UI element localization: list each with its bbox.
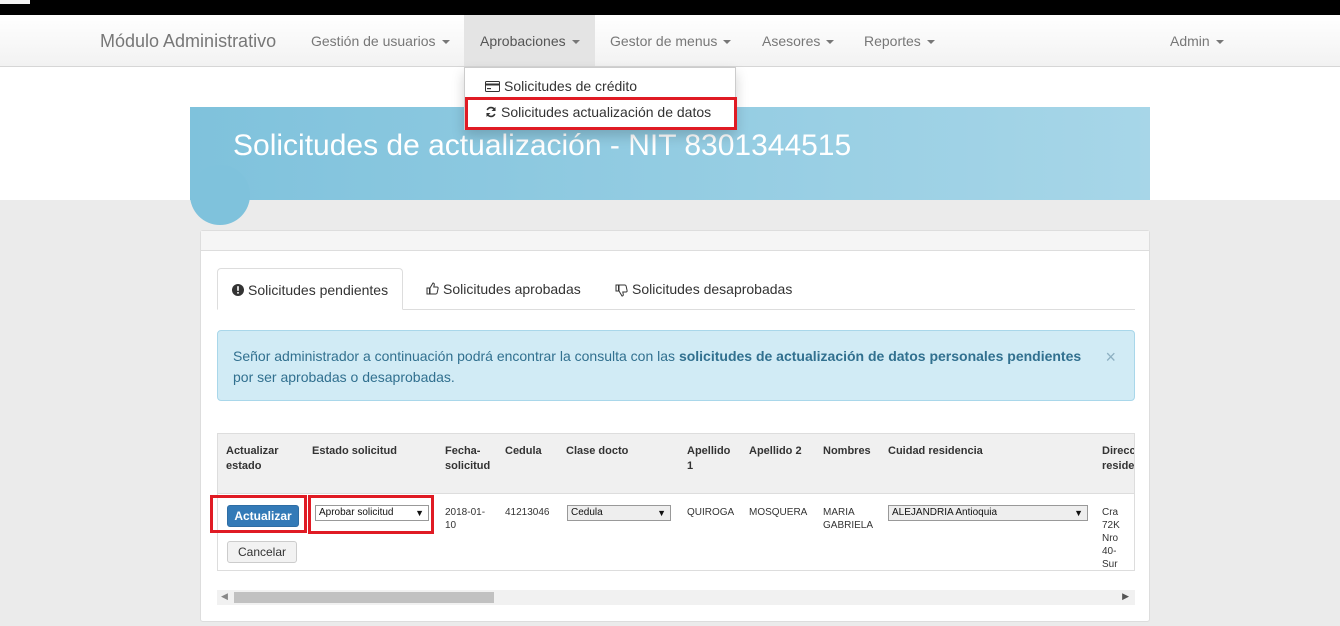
info-alert: Señor administrador a continuación podrá… [217, 330, 1135, 401]
thumbs-up-icon [426, 282, 439, 295]
main-panel: Solicitudes pendientes Solicitudes aprob… [200, 230, 1150, 622]
caret-down-icon [441, 40, 450, 45]
highlight-box-estado [308, 495, 434, 534]
caret-down-icon [571, 40, 580, 45]
highlight-box-actualizar [210, 495, 307, 533]
horizontal-scrollbar[interactable]: ◀ ▶ [217, 590, 1135, 605]
browser-tab-stub [0, 0, 30, 4]
tab-label: Solicitudes aprobadas [443, 281, 581, 297]
exclamation-circle-icon [232, 284, 244, 296]
nav-reportes[interactable]: Reportes [864, 15, 935, 66]
cancelar-button[interactable]: Cancelar [227, 541, 297, 563]
clase-docto-select[interactable]: Cedula ▼ [567, 505, 671, 521]
dropdown-arrow-icon: ▼ [1074, 508, 1083, 518]
table-header [218, 434, 1134, 494]
cell-cedula: 41213046 [505, 507, 550, 518]
header-direccion-residencia: Direcc reside [1102, 445, 1135, 472]
nav-gestor-menus[interactable]: Gestor de menus [610, 15, 732, 66]
caret-down-icon [723, 40, 732, 45]
tab-desaprobadas[interactable]: Solicitudes desaprobadas [615, 268, 792, 310]
menu-item-solicitudes-credito[interactable]: Solicitudes de crédito [485, 78, 637, 94]
panel-heading [201, 231, 1149, 251]
nav-label: Asesores [762, 33, 821, 49]
tab-label: Solicitudes desaprobadas [632, 281, 793, 297]
header-ciudad-residencia: Cuidad residencia [888, 445, 983, 457]
cell-apellido-2: MOSQUERA [749, 507, 808, 518]
close-icon[interactable]: × [1105, 347, 1116, 368]
ciudad-residencia-select[interactable]: ALEJANDRIA Antioquia ▼ [888, 505, 1088, 521]
hero-decoration [190, 165, 250, 225]
credit-card-icon [485, 81, 500, 92]
nav-label: Gestión de usuarios [311, 33, 436, 49]
cell-direccion: Cra 72KNro 40-Sur Inte31 [1102, 507, 1120, 570]
tab-aprobadas[interactable]: Solicitudes aprobadas [426, 268, 581, 310]
scroll-left-icon[interactable]: ◀ [221, 591, 228, 602]
tab-label: Solicitudes pendientes [248, 282, 389, 298]
nav-label: Aprobaciones [480, 33, 566, 49]
nav-aprobaciones[interactable]: Aprobaciones [464, 15, 595, 66]
browser-top-strip [0, 0, 1340, 15]
cell-nombres: MARIA GABRIELA [823, 507, 874, 531]
nav-gestion-usuarios[interactable]: Gestión de usuarios [311, 15, 450, 66]
header-apellido-1: Apellido 1 [687, 445, 731, 472]
scroll-thumb[interactable] [234, 592, 494, 603]
brand-title[interactable]: Módulo Administrativo [100, 31, 276, 52]
cell-apellido-1: QUIROGA [687, 507, 735, 518]
caret-down-icon [1215, 40, 1224, 45]
nav-asesores[interactable]: Asesores [762, 15, 835, 66]
highlight-box-menu-item [465, 97, 737, 130]
scroll-right-icon[interactable]: ▶ [1122, 591, 1129, 602]
header-clase-docto: Clase docto [566, 445, 629, 457]
alert-text-bold: solicitudes de actualización de datos pe… [678, 348, 1082, 364]
cell-fecha: 2018-01- 10 [445, 507, 486, 531]
nav-label: Reportes [864, 33, 921, 49]
page-title: Solicitudes de actualización - NIT 83013… [233, 129, 852, 162]
thumbs-down-icon [615, 284, 628, 297]
tab-pendientes[interactable]: Solicitudes pendientes [217, 268, 404, 310]
nav-user-admin[interactable]: Admin [1170, 15, 1224, 66]
alert-text-after: por ser aprobadas o desaprobadas. [233, 369, 455, 385]
header-fecha-solicitud: Fecha-solicitud [445, 445, 491, 472]
header-apellido-2: Apellido 2 [749, 445, 802, 457]
menu-item-label: Solicitudes de crédito [504, 78, 638, 94]
header-actualizar-estado: Actualizar estado [226, 445, 279, 472]
dropdown-arrow-icon: ▼ [657, 508, 666, 518]
caret-down-icon [926, 40, 935, 45]
header-nombres: Nombres [823, 445, 871, 457]
header-cedula: Cedula [505, 445, 542, 457]
caret-down-icon [826, 40, 835, 45]
alert-text-before: Señor administrador a continuación podrá… [233, 348, 679, 364]
nav-label: Admin [1170, 33, 1210, 49]
navbar: Módulo Administrativo Gestión de usuario… [0, 15, 1340, 67]
header-estado-solicitud: Estado solicitud [312, 445, 397, 457]
nav-label: Gestor de menus [610, 33, 718, 49]
